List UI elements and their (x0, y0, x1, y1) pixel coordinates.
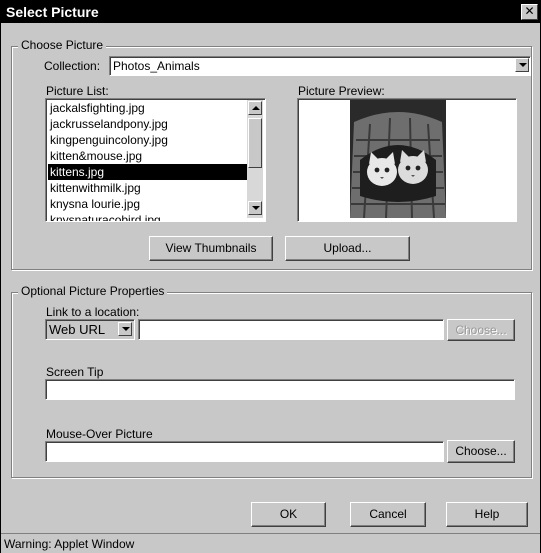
collection-label: Collection: (44, 59, 101, 73)
picture-list-item[interactable]: kingpenguincolony.jpg (48, 132, 254, 148)
choose-picture-group-label: Choose Picture (18, 38, 107, 52)
help-button[interactable]: Help (446, 502, 528, 527)
upload-button[interactable]: Upload... (285, 236, 410, 261)
picture-list[interactable]: jackalsfighting.jpg jackrusselandpony.jpg… (45, 98, 266, 222)
link-url-input[interactable] (138, 319, 444, 340)
link-type-value: Web URL (49, 322, 106, 337)
window-title: Select Picture (6, 4, 99, 20)
picture-preview (297, 98, 517, 222)
ok-button[interactable]: OK (251, 502, 326, 527)
screen-tip-input[interactable] (45, 379, 515, 400)
arrow-down-icon (252, 206, 260, 210)
cancel-button[interactable]: Cancel (350, 502, 426, 527)
picture-list-item[interactable]: kitten&mouse.jpg (48, 148, 254, 164)
screen-tip-label: Screen Tip (46, 365, 104, 379)
link-choose-button[interactable]: Choose... (447, 319, 515, 341)
picture-preview-label: Picture Preview: (298, 84, 385, 98)
status-bar: Warning: Applet Window (1, 533, 540, 553)
picture-list-item[interactable]: kittens.jpg (48, 164, 254, 180)
link-type-dropdown-button[interactable] (118, 322, 132, 336)
mouse-over-label: Mouse-Over Picture (46, 427, 153, 441)
collection-select[interactable]: Photos_Animals (109, 56, 531, 76)
picture-list-scrollbar[interactable] (247, 100, 263, 218)
collection-select-value: Photos_Animals (113, 59, 200, 73)
scroll-down-button[interactable] (248, 201, 262, 215)
select-picture-dialog: Select Picture ✕ Choose Picture Collecti… (0, 0, 541, 553)
optional-properties-group-label: Optional Picture Properties (18, 284, 168, 298)
link-type-select[interactable]: Web URL (45, 319, 135, 340)
mouse-over-choose-button[interactable]: Choose... (447, 440, 515, 463)
kittens-in-basket-image (350, 100, 446, 218)
picture-list-item[interactable]: knysnaturacobird.jpg (48, 212, 254, 221)
scroll-thumb[interactable] (248, 118, 262, 168)
applet-warning-text: Warning: Applet Window (4, 537, 135, 551)
mouse-over-input[interactable] (45, 441, 444, 462)
picture-list-item[interactable]: knysna lourie.jpg (48, 196, 254, 212)
picture-list-item[interactable]: jackrusselandpony.jpg (48, 116, 254, 132)
picture-list-item[interactable]: kittenwithmilk.jpg (48, 180, 254, 196)
close-button[interactable]: ✕ (521, 4, 538, 20)
arrow-up-icon (252, 106, 260, 110)
chevron-down-icon (122, 327, 130, 331)
view-thumbnails-button[interactable]: View Thumbnails (149, 236, 273, 261)
scroll-up-button[interactable] (248, 101, 262, 115)
link-location-label: Link to a location: (46, 305, 140, 319)
collection-dropdown-button[interactable] (515, 58, 529, 72)
picture-list-item[interactable]: jackalsfighting.jpg (48, 100, 254, 116)
picture-list-label: Picture List: (46, 84, 109, 98)
chevron-down-icon (519, 63, 527, 67)
title-bar: Select Picture ✕ (1, 1, 540, 23)
